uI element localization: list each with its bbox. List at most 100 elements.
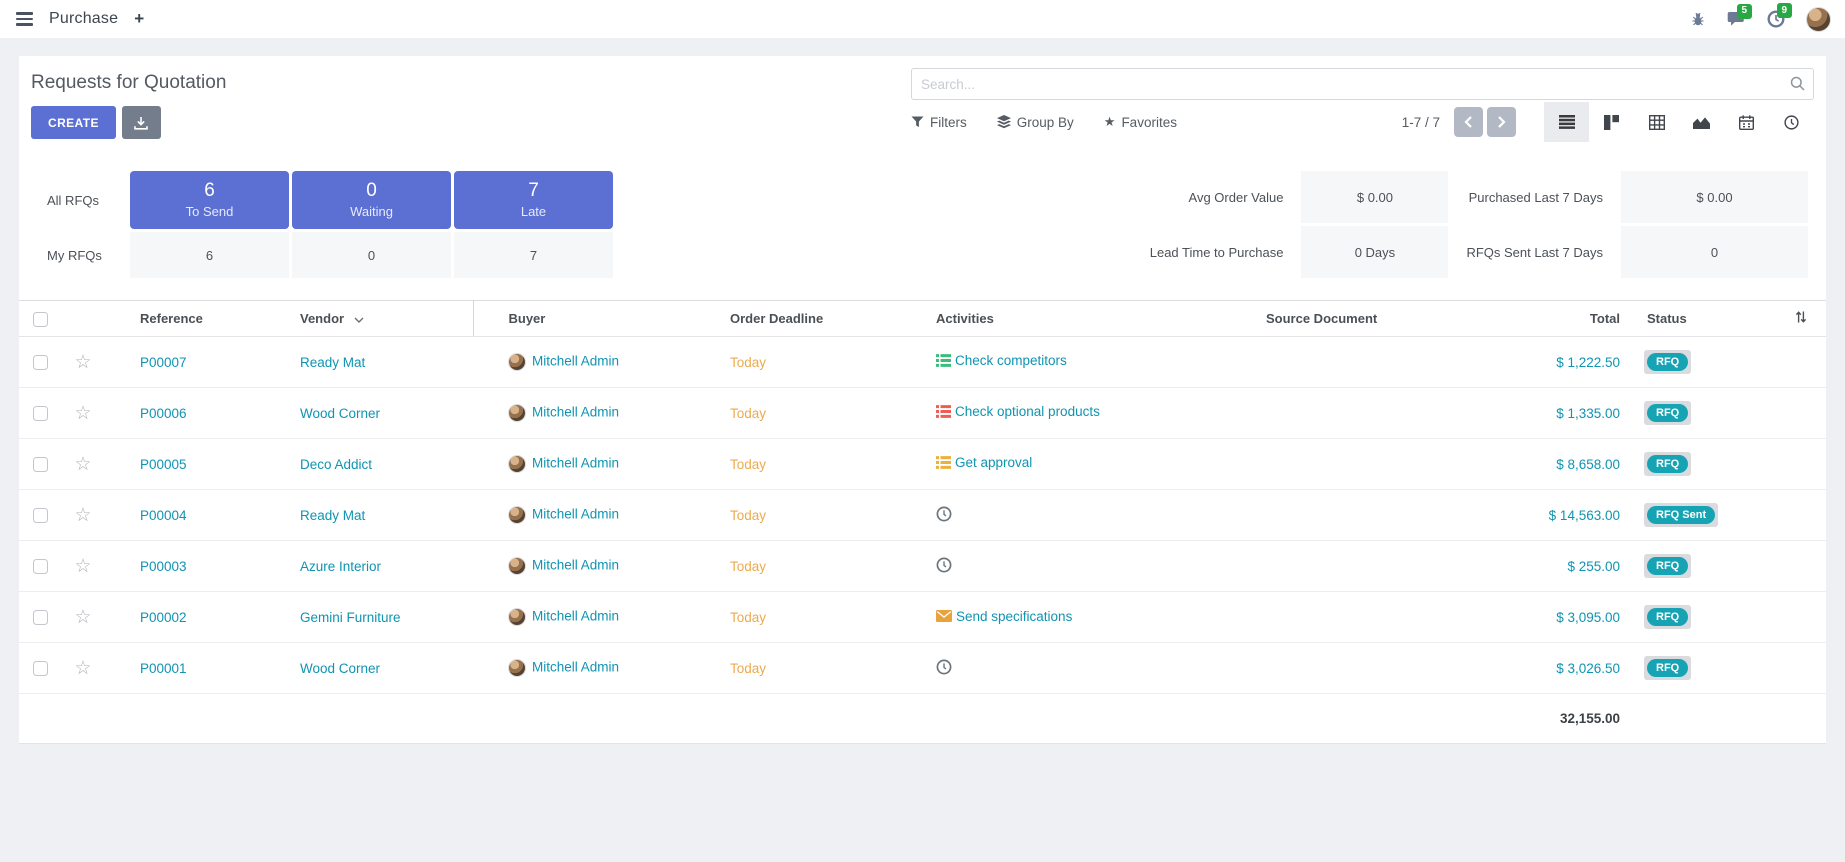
- row-checkbox[interactable]: [33, 661, 48, 676]
- activity-view-button[interactable]: [1769, 102, 1814, 142]
- graph-view-icon: [1693, 116, 1710, 129]
- adjust-columns-icon[interactable]: [1794, 312, 1808, 327]
- reference-link[interactable]: P00001: [140, 661, 187, 676]
- row-checkbox[interactable]: [33, 610, 48, 625]
- activity-widget[interactable]: Check competitors: [936, 353, 1067, 368]
- table-row[interactable]: ☆ P00002 Gemini Furniture Mitchell Admin…: [19, 592, 1826, 643]
- activity-label[interactable]: Check optional products: [955, 404, 1100, 419]
- reference-link[interactable]: P00004: [140, 508, 187, 523]
- app-menu-purchase[interactable]: Purchase: [49, 10, 118, 28]
- buyer-name[interactable]: Mitchell Admin: [532, 558, 619, 573]
- export-button[interactable]: [122, 106, 161, 139]
- list-view-button[interactable]: [1544, 102, 1589, 142]
- late-button[interactable]: 7Late: [454, 171, 613, 229]
- select-all-checkbox[interactable]: [33, 312, 48, 327]
- activities-clock-icon[interactable]: 9: [1767, 10, 1785, 28]
- group-by-button[interactable]: Group By: [997, 115, 1074, 130]
- favorite-star-icon[interactable]: ☆: [74, 607, 91, 628]
- download-icon: [134, 116, 148, 130]
- order-deadline-value: Today: [730, 406, 766, 421]
- favorite-star-icon[interactable]: ☆: [74, 658, 91, 679]
- vendor-link[interactable]: Ready Mat: [300, 355, 365, 370]
- activity-label[interactable]: Check competitors: [955, 353, 1067, 368]
- row-checkbox[interactable]: [33, 559, 48, 574]
- status-badge: RFQ: [1644, 452, 1691, 476]
- buyer-name[interactable]: Mitchell Admin: [532, 609, 619, 624]
- reference-link[interactable]: P00003: [140, 559, 187, 574]
- my-late-cell[interactable]: 7: [454, 232, 613, 278]
- reference-link[interactable]: P00006: [140, 406, 187, 421]
- kanban-view-button[interactable]: [1589, 102, 1634, 142]
- favorite-star-icon[interactable]: ☆: [74, 352, 91, 373]
- activity-label[interactable]: Send specifications: [956, 609, 1072, 624]
- my-waiting-cell[interactable]: 0: [292, 232, 451, 278]
- my-to-send-cell[interactable]: 6: [130, 232, 289, 278]
- order-deadline-value: Today: [730, 508, 766, 523]
- buyer-name[interactable]: Mitchell Admin: [532, 354, 619, 369]
- table-row[interactable]: ☆ P00005 Deco Addict Mitchell Admin Toda…: [19, 439, 1826, 490]
- header-reference[interactable]: Reference: [105, 301, 265, 337]
- header-total[interactable]: Total: [1476, 301, 1626, 337]
- buyer-name[interactable]: Mitchell Admin: [532, 456, 619, 471]
- header-activities[interactable]: Activities: [901, 301, 1231, 337]
- pager-next-button[interactable]: [1487, 107, 1516, 137]
- header-buyer[interactable]: Buyer: [473, 301, 695, 337]
- user-avatar[interactable]: [1806, 7, 1831, 32]
- favorite-star-icon[interactable]: ☆: [74, 505, 91, 526]
- graph-view-button[interactable]: [1679, 102, 1724, 142]
- table-row[interactable]: ☆ P00007 Ready Mat Mitchell Admin Today …: [19, 337, 1826, 388]
- table-row[interactable]: ☆ P00006 Wood Corner Mitchell Admin Toda…: [19, 388, 1826, 439]
- debug-bug-icon[interactable]: [1690, 11, 1706, 27]
- header-vendor[interactable]: Vendor: [265, 301, 473, 337]
- header-status[interactable]: Status: [1626, 301, 1776, 337]
- calendar-view-button[interactable]: [1724, 102, 1769, 142]
- search-input[interactable]: [911, 68, 1814, 100]
- vendor-link[interactable]: Wood Corner: [300, 406, 380, 421]
- buyer-name[interactable]: Mitchell Admin: [532, 405, 619, 420]
- reference-link[interactable]: P00002: [140, 610, 187, 625]
- activity-widget[interactable]: [936, 506, 956, 522]
- purchased-last-7-days: $ 0.00: [1621, 171, 1808, 223]
- buyer-name[interactable]: Mitchell Admin: [532, 507, 619, 522]
- status-badge: RFQ: [1644, 554, 1691, 578]
- filters-button[interactable]: Filters: [911, 115, 967, 130]
- activity-widget[interactable]: Get approval: [936, 455, 1032, 470]
- to-send-button[interactable]: 6To Send: [130, 171, 289, 229]
- vendor-link[interactable]: Gemini Furniture: [300, 610, 401, 625]
- row-checkbox[interactable]: [33, 406, 48, 421]
- table-row[interactable]: ☆ P00003 Azure Interior Mitchell Admin T…: [19, 541, 1826, 592]
- pivot-view-button[interactable]: [1634, 102, 1679, 142]
- search-icon[interactable]: [1790, 76, 1805, 96]
- favorites-button[interactable]: ★ Favorites: [1104, 114, 1177, 130]
- activity-widget[interactable]: Send specifications: [936, 609, 1072, 624]
- activity-widget[interactable]: [936, 659, 956, 675]
- waiting-button[interactable]: 0Waiting: [292, 171, 451, 229]
- my-rfqs-label: My RFQs: [31, 232, 127, 278]
- apps-menu-icon[interactable]: [14, 8, 35, 30]
- favorite-star-icon[interactable]: ☆: [74, 454, 91, 475]
- messages-icon[interactable]: 5: [1727, 11, 1746, 28]
- row-checkbox[interactable]: [33, 457, 48, 472]
- favorite-star-icon[interactable]: ☆: [74, 403, 91, 424]
- activity-widget[interactable]: Check optional products: [936, 404, 1100, 419]
- table-row[interactable]: ☆ P00001 Wood Corner Mitchell Admin Toda…: [19, 643, 1826, 694]
- reference-link[interactable]: P00005: [140, 457, 187, 472]
- header-order-deadline[interactable]: Order Deadline: [695, 301, 901, 337]
- vendor-link[interactable]: Deco Addict: [300, 457, 372, 472]
- vendor-link[interactable]: Wood Corner: [300, 661, 380, 676]
- header-source-document[interactable]: Source Document: [1231, 301, 1476, 337]
- vendor-link[interactable]: Ready Mat: [300, 508, 365, 523]
- pager-previous-button[interactable]: [1454, 107, 1483, 137]
- vendor-link[interactable]: Azure Interior: [300, 559, 381, 574]
- activity-label[interactable]: Get approval: [955, 455, 1032, 470]
- status-badge: RFQ Sent: [1644, 503, 1718, 527]
- table-row[interactable]: ☆ P00004 Ready Mat Mitchell Admin Today …: [19, 490, 1826, 541]
- create-button[interactable]: CREATE: [31, 106, 116, 139]
- favorite-star-icon[interactable]: ☆: [74, 556, 91, 577]
- buyer-name[interactable]: Mitchell Admin: [532, 660, 619, 675]
- new-tab-button[interactable]: +: [134, 9, 144, 29]
- row-checkbox[interactable]: [33, 355, 48, 370]
- activity-widget[interactable]: [936, 557, 956, 573]
- row-checkbox[interactable]: [33, 508, 48, 523]
- reference-link[interactable]: P00007: [140, 355, 187, 370]
